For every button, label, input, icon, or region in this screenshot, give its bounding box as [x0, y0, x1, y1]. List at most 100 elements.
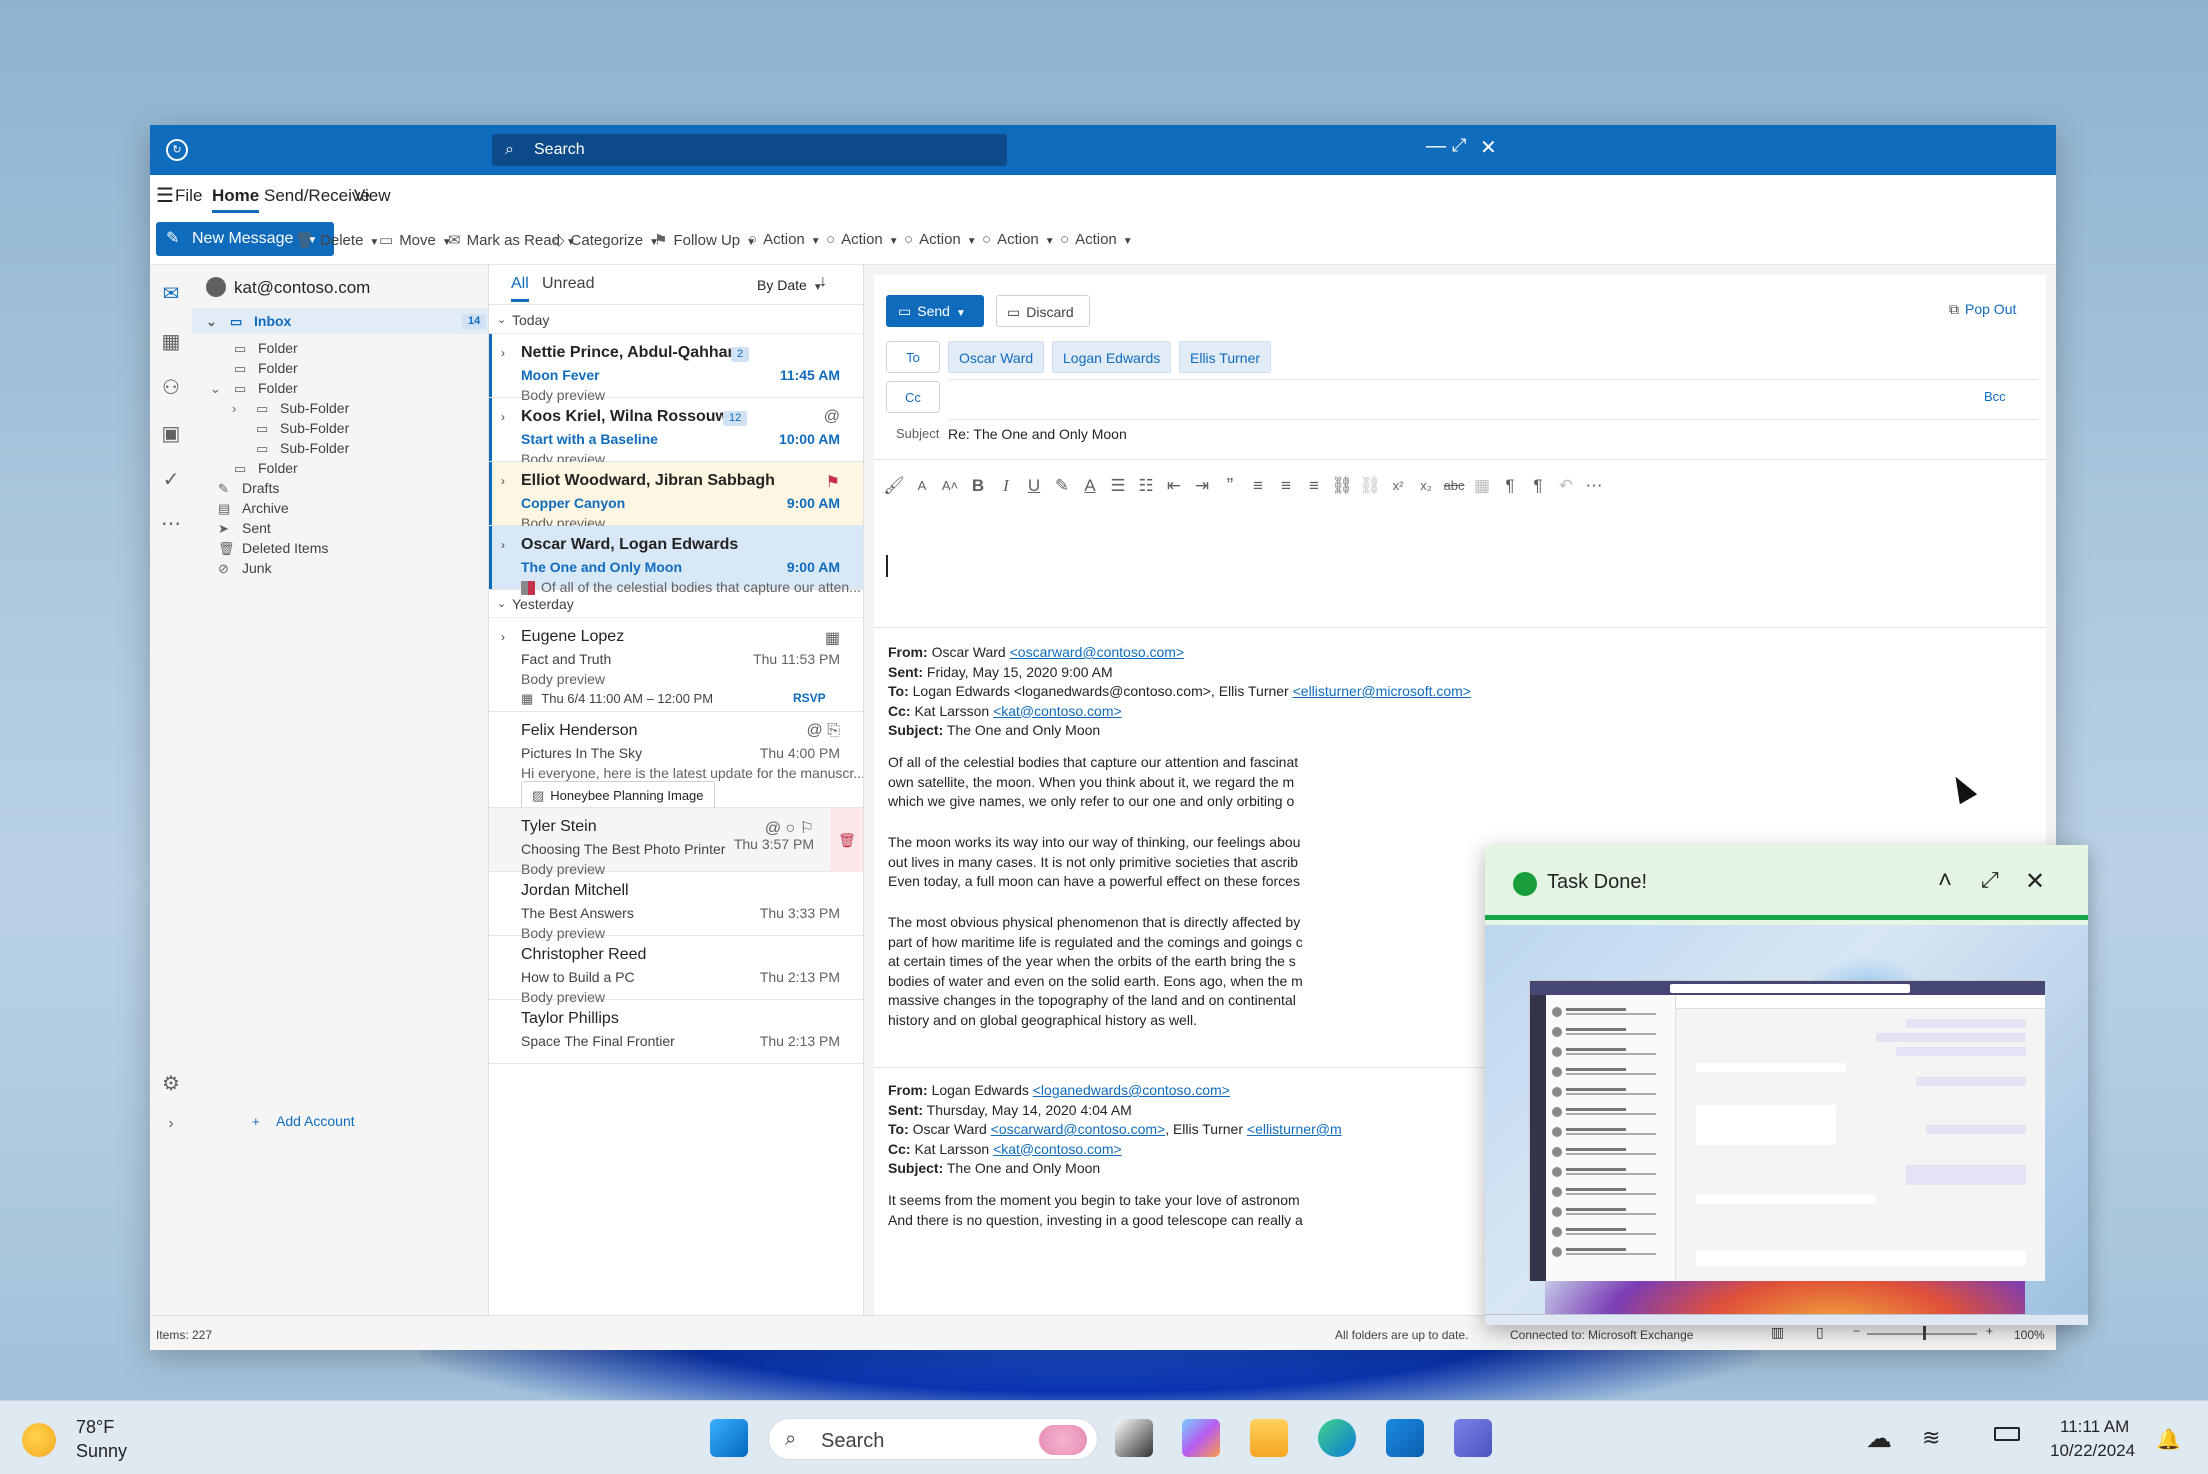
zoom-out-icon[interactable]: − [1853, 1324, 1860, 1338]
action-button-2[interactable]: ○ Action ▼ [826, 231, 899, 248]
folder-inbox[interactable]: ⌄ ▭ Inbox 14 [192, 308, 488, 334]
wifi-icon[interactable]: ≋ [1922, 1425, 1940, 1451]
tab-view[interactable]: View [354, 186, 391, 206]
underline-icon[interactable]: U [1019, 471, 1049, 501]
search-input[interactable]: ⌕ Search [492, 134, 1007, 166]
insert-table-icon[interactable]: ▦ [1467, 471, 1497, 501]
maximize-button[interactable]: ⤢ [1452, 135, 1466, 156]
to-button[interactable]: To [886, 341, 940, 373]
increase-indent-icon[interactable]: ⇥ [1187, 471, 1217, 501]
quote-icon[interactable]: ” [1215, 471, 1245, 501]
list-item[interactable]: › Nettie Prince, Abdul-Qahhar 2 Moon Fever B… [489, 334, 863, 403]
delete-icon[interactable]: 🗑 [830, 808, 863, 872]
add-account-button[interactable]: + Add Account [252, 1108, 355, 1134]
strikethrough-icon[interactable]: abc [1439, 471, 1469, 501]
task-view-icon[interactable] [1115, 1419, 1153, 1457]
unlink-icon[interactable]: ⛓ [1355, 471, 1385, 501]
reading-view-icon[interactable]: ▯ [1816, 1324, 1824, 1341]
email-link[interactable]: <ellisturner@m [1247, 1121, 1342, 1137]
font-icon[interactable]: A [907, 471, 937, 501]
mail-icon[interactable]: ✉ [159, 281, 183, 305]
chevron-right-icon[interactable]: › [501, 410, 505, 424]
align-right-icon[interactable]: ≡ [1299, 471, 1329, 501]
bcc-button[interactable]: Bcc [1984, 389, 2006, 404]
rsvp-button[interactable]: RSVP [793, 691, 826, 705]
follow-up-button[interactable]: ⚑ Follow Up ▼ [654, 231, 756, 249]
notifications-bell-icon[interactable]: 🔔 [2156, 1427, 2181, 1452]
collapse-icon[interactable]: ˄ [1938, 867, 1952, 895]
tab-all[interactable]: All [511, 275, 529, 302]
tab-home[interactable]: Home [212, 186, 260, 213]
sort-direction-icon[interactable]: ↓ [819, 273, 827, 291]
delete-button[interactable]: 🗑 Delete ▼ [295, 231, 379, 249]
format-painter-icon[interactable]: 🖌 [879, 471, 909, 501]
link-icon[interactable]: ⛓ [1327, 471, 1357, 501]
pop-out-button[interactable]: ⧉ Pop Out [1949, 301, 2016, 318]
clock-date[interactable]: 10/22/2024 [2050, 1441, 2135, 1461]
highlight-icon[interactable]: ✎ [1047, 471, 1077, 501]
zoom-in-icon[interactable]: + [1986, 1324, 1993, 1338]
tasks-icon[interactable]: ✓ [159, 467, 183, 491]
account-header[interactable]: kat@contoso.com [206, 277, 370, 305]
action-button-4[interactable]: ○ Action ▼ [982, 231, 1055, 248]
list-item[interactable]: Christopher Reed How to Build a PC Body pr… [489, 936, 863, 1005]
teams-icon[interactable] [1454, 1419, 1492, 1457]
email-link[interactable]: <loganedwards@contoso.com> [1033, 1082, 1230, 1098]
email-link[interactable]: <ellisturner@microsoft.com> [1293, 683, 1471, 699]
italic-icon[interactable]: I [991, 471, 1021, 501]
subscript-icon[interactable]: x₂ [1411, 471, 1441, 501]
settings-icon[interactable]: ⚙ [159, 1071, 183, 1095]
categorize-button[interactable]: ◇ Categorize ▼ [553, 231, 659, 249]
flag-icon[interactable]: ⚑ [826, 472, 840, 492]
attachment-chip[interactable]: ▨ Honeybee Planning Image [521, 781, 715, 811]
numbered-list-icon[interactable]: ☷ [1131, 471, 1161, 501]
list-item-hovered[interactable]: Tyler Stein @ ○ ⚐ Choosing The Best Photo … [489, 808, 863, 877]
font-color-icon[interactable]: A [1075, 471, 1105, 501]
start-menu-icon[interactable] [710, 1419, 748, 1457]
action-button-1[interactable]: ○ Action ▼ [748, 231, 821, 248]
list-item-flagged[interactable]: › Elliot Woodward, Jibran Sabbagh ⚑ Copper … [489, 462, 863, 531]
email-link[interactable]: <kat@contoso.com> [993, 703, 1122, 719]
send-button[interactable]: ▭ Send ▼ [886, 295, 984, 327]
menu-icon[interactable]: ☰ [156, 183, 174, 208]
sort-dropdown[interactable]: By Date ▼ [757, 277, 823, 293]
store-icon[interactable] [1386, 1419, 1424, 1457]
weather-sun-icon[interactable] [22, 1423, 56, 1457]
close-button[interactable]: ✕ [1480, 135, 1497, 160]
list-item[interactable]: Taylor Phillips Space The Final Frontier T… [489, 1000, 863, 1064]
action-button-5[interactable]: ○ Action ▼ [1060, 231, 1133, 248]
cc-button[interactable]: Cc [886, 381, 940, 413]
rtl-icon[interactable]: ¶ [1523, 471, 1553, 501]
contacts-icon[interactable]: ▣ [159, 421, 183, 445]
screen-preview-thumbnail[interactable] [1485, 925, 2088, 1325]
chevron-right-icon[interactable]: › [501, 346, 505, 360]
email-link[interactable]: <oscarward@contoso.com> [1010, 644, 1185, 660]
subject-field[interactable]: Re: The One and Only Moon [948, 426, 1127, 442]
weather-condition[interactable]: Sunny [76, 1441, 127, 1462]
chevron-right-icon[interactable]: › [501, 474, 505, 488]
list-item-selected[interactable]: › Oscar Ward, Logan Edwards The One and On… [489, 526, 863, 595]
bullet-list-icon[interactable]: ☰ [1103, 471, 1133, 501]
more-apps-icon[interactable]: ⋯ [159, 511, 183, 535]
folder-junk[interactable]: ⊘ Junk [218, 555, 272, 581]
decrease-indent-icon[interactable]: ⇤ [1159, 471, 1189, 501]
group-header-today[interactable]: ⌄ Today [489, 306, 863, 334]
normal-view-icon[interactable]: ▥ [1771, 1324, 1784, 1341]
email-link[interactable]: <kat@contoso.com> [993, 1141, 1122, 1157]
group-header-yesterday[interactable]: ⌄ Yesterday [489, 590, 863, 618]
align-left-icon[interactable]: ≡ [1243, 471, 1273, 501]
calendar-icon[interactable]: ▦ [159, 329, 183, 353]
copilot-icon[interactable] [1182, 1419, 1220, 1457]
list-item[interactable]: Jordan Mitchell The Best Answers Body prev… [489, 872, 863, 941]
move-button[interactable]: ▭ Move ▼ [379, 231, 452, 249]
list-item[interactable]: Felix Henderson @ ⎘ Pictures In The Sky Hi … [489, 712, 863, 811]
clock-time[interactable]: 11:11 AM [2060, 1417, 2129, 1437]
battery-icon[interactable] [1994, 1427, 2020, 1441]
chevron-right-icon[interactable]: › [501, 630, 505, 644]
zoom-slider-thumb[interactable] [1923, 1326, 1926, 1340]
superscript-icon[interactable]: x² [1383, 471, 1413, 501]
action-button-3[interactable]: ○ Action ▼ [904, 231, 977, 248]
tab-unread[interactable]: Unread [542, 275, 594, 293]
people-icon[interactable]: ⚇ [159, 375, 183, 399]
taskbar-search[interactable]: ⌕ Search [768, 1418, 1098, 1460]
